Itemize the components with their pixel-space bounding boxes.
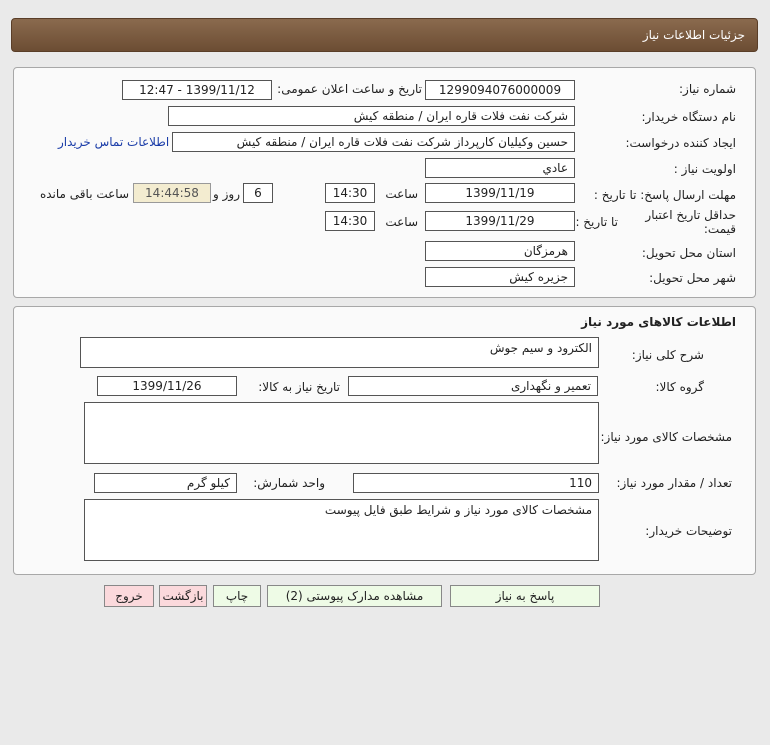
qty-field: 110 — [353, 473, 599, 493]
need-date-label: تاریخ نیاز به کالا: — [258, 380, 340, 394]
need-number-label: شماره نیاز: — [679, 82, 736, 96]
deadline-time-label: ساعت — [385, 187, 418, 201]
requester-label: ایجاد کننده درخواست: — [625, 136, 736, 150]
page-title-bar: جزئیات اطلاعات نیاز — [11, 18, 758, 52]
need-details-panel — [13, 67, 756, 298]
validity-time-label: ساعت — [385, 215, 418, 229]
page-title: جزئیات اطلاعات نیاز — [642, 28, 745, 42]
city-label: شهر محل تحویل: — [649, 271, 736, 285]
goods-section-title: اطلاعات کالاهای مورد نیاز — [581, 315, 736, 329]
deadline-label: مهلت ارسال پاسخ: تا تاریخ : — [593, 188, 736, 202]
buyer-org-label: نام دستگاه خریدار: — [641, 110, 737, 124]
priority-field: عادي — [425, 158, 575, 178]
requester-field: حسین وکیلیان کارپرداز شرکت نفت فلات قاره… — [172, 132, 575, 152]
days-label: روز و — [213, 187, 240, 201]
province-field: هرمزگان — [425, 241, 575, 261]
deadline-time-field: 14:30 — [325, 183, 375, 203]
city-field: جزیره کیش — [425, 267, 575, 287]
announce-datetime-field: 1399/11/12 - 12:47 — [122, 80, 272, 100]
remaining-label: ساعت باقی مانده — [39, 187, 129, 201]
validity-to-label: تا تاریخ : — [575, 215, 618, 229]
back-button[interactable]: بازگشت — [159, 585, 207, 607]
general-desc-field: الکترود و سیم جوش — [80, 337, 599, 368]
unit-field: کیلو گرم — [94, 473, 237, 493]
buyer-org-field: شرکت نفت فلات قاره ایران / منطقه کیش — [168, 106, 575, 126]
priority-label: اولویت نیاز : — [673, 162, 736, 176]
remaining-time-field: 14:44:58 — [133, 183, 211, 203]
exit-button[interactable]: خروج — [104, 585, 154, 607]
deadline-date-field: 1399/11/19 — [425, 183, 575, 203]
validity-date-field: 1399/11/29 — [425, 211, 575, 231]
province-label: استان محل تحویل: — [641, 246, 736, 260]
print-button[interactable]: چاپ — [213, 585, 261, 607]
respond-button[interactable]: پاسخ به نیاز — [450, 585, 600, 607]
specs-label: مشخصات کالای مورد نیاز: — [600, 430, 732, 444]
buyer-contact-link[interactable]: اطلاعات تماس خریدار — [58, 135, 169, 149]
buyer-notes-field: مشخصات کالای مورد نیاز و شرایط طبق فایل … — [84, 499, 599, 561]
validity-time-field: 14:30 — [325, 211, 375, 231]
goods-group-field: تعمیر و نگهداری — [348, 376, 598, 396]
buyer-notes-label: توضیحات خریدار: — [645, 524, 732, 538]
validity-label: حداقل تاریخ اعتبار قیمت: — [645, 208, 736, 236]
announce-datetime-label: تاریخ و ساعت اعلان عمومی: — [277, 82, 422, 96]
unit-label: واحد شمارش: — [253, 476, 325, 490]
qty-label: تعداد / مقدار مورد نیاز: — [616, 476, 732, 490]
goods-group-label: گروه کالا: — [655, 380, 705, 394]
general-desc-label: شرح کلی نیاز: — [631, 348, 704, 362]
need-date-field: 1399/11/26 — [97, 376, 237, 396]
attachments-button[interactable]: مشاهده مدارک پیوستی (2) — [267, 585, 442, 607]
specs-field — [84, 402, 599, 464]
need-number-field: 1299094076000009 — [425, 80, 575, 100]
remaining-days-field: 6 — [243, 183, 273, 203]
